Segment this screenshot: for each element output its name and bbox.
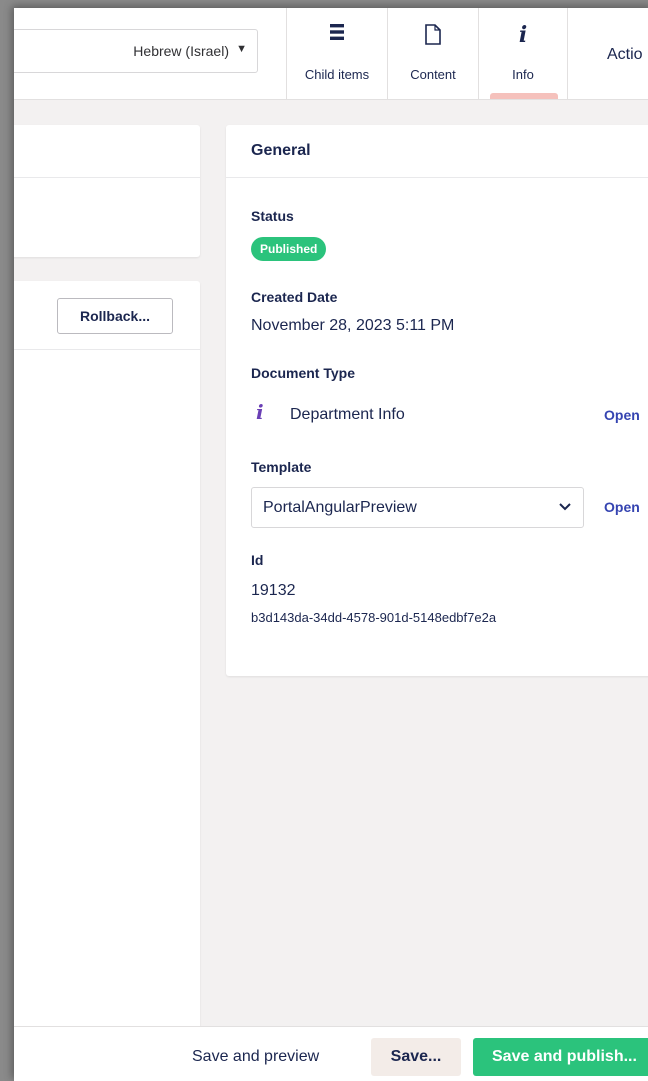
tab-content[interactable]: Content bbox=[387, 8, 478, 99]
actions-menu-button[interactable]: Actio bbox=[567, 8, 648, 99]
status-badge: Published bbox=[251, 237, 327, 261]
document-type-value: Department Info bbox=[290, 406, 405, 423]
template-select-value: PortalAngularPreview bbox=[263, 499, 417, 516]
rollback-button[interactable]: Rollback... bbox=[57, 298, 173, 334]
document-icon bbox=[388, 24, 478, 48]
active-tab-indicator bbox=[490, 93, 558, 99]
guid-value: b3d143da-34dd-4578-901d-5148edbf7e2a bbox=[251, 610, 497, 625]
id-value: 19132 bbox=[251, 582, 296, 599]
content-editor-window: Hebrew (Israel) ▼ Child items Content i … bbox=[14, 8, 648, 1081]
panel-divider bbox=[14, 177, 200, 178]
general-panel: General Status Published Created Date No… bbox=[226, 125, 648, 676]
chevron-down-icon bbox=[559, 503, 571, 511]
tab-child-items-label: Child items bbox=[304, 67, 370, 82]
panel-divider bbox=[226, 177, 648, 178]
info-icon: i bbox=[518, 22, 528, 48]
footer-actions: Save and preview Save... Save and publis… bbox=[14, 1026, 648, 1081]
panel-divider bbox=[14, 349, 200, 350]
info-icon: i bbox=[256, 400, 264, 424]
created-date-label: Created Date bbox=[251, 289, 338, 305]
document-type-label: Document Type bbox=[251, 365, 355, 381]
tab-content-label: Content bbox=[410, 67, 456, 82]
list-icon bbox=[287, 24, 387, 48]
tab-info-label: Info bbox=[512, 67, 534, 82]
save-and-publish-button[interactable]: Save and publish... bbox=[473, 1038, 648, 1076]
tab-info[interactable]: i Info bbox=[478, 8, 567, 99]
history-panel: Rollback... bbox=[14, 281, 200, 1073]
status-label: Status bbox=[251, 208, 294, 224]
editor-header: Hebrew (Israel) ▼ Child items Content i … bbox=[14, 8, 648, 100]
template-select[interactable]: PortalAngularPreview bbox=[251, 487, 584, 528]
language-select-value: Hebrew (Israel) bbox=[133, 43, 229, 59]
actions-label: Actio bbox=[607, 46, 643, 63]
caret-down-icon: ▼ bbox=[236, 43, 247, 55]
links-panel bbox=[14, 125, 200, 257]
template-label: Template bbox=[251, 459, 312, 475]
tab-child-items[interactable]: Child items bbox=[286, 8, 387, 99]
open-template-link[interactable]: Open bbox=[604, 499, 640, 515]
created-date-value: November 28, 2023 5:11 PM bbox=[251, 317, 455, 334]
general-title: General bbox=[251, 142, 311, 159]
id-label: Id bbox=[251, 552, 264, 568]
open-document-type-link[interactable]: Open bbox=[604, 407, 640, 423]
save-button[interactable]: Save... bbox=[371, 1038, 461, 1076]
save-and-preview-button[interactable]: Save and preview bbox=[178, 1039, 333, 1075]
language-select[interactable]: Hebrew (Israel) ▼ bbox=[14, 29, 258, 73]
